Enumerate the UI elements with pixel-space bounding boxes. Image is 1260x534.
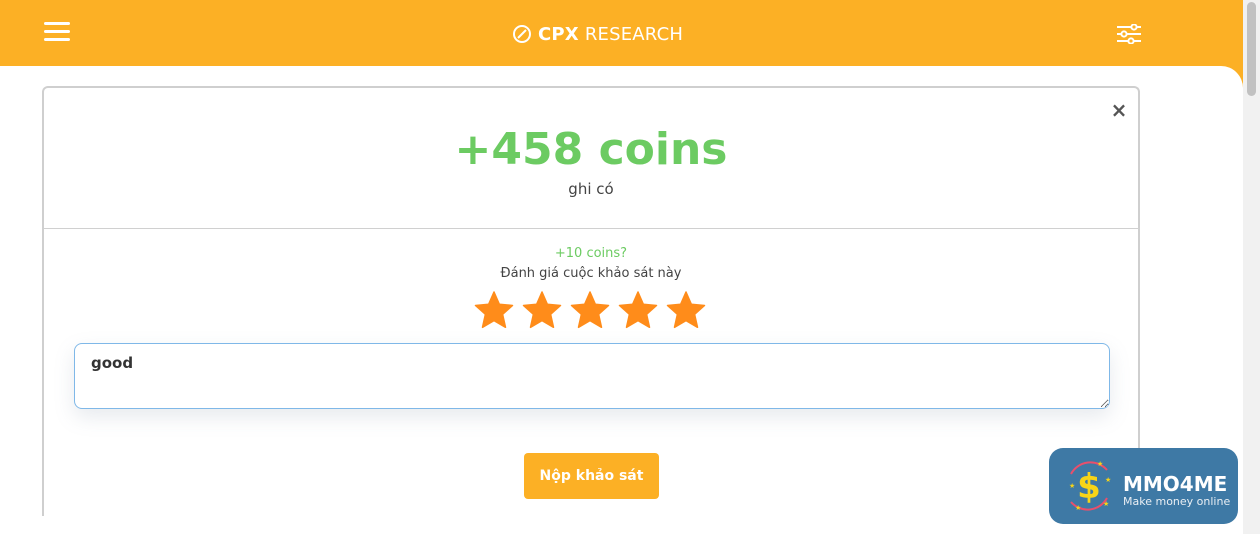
star-icon-2[interactable] (522, 290, 562, 330)
svg-text:★: ★ (1103, 500, 1109, 508)
logo-text: CPX RESEARCH (538, 23, 684, 45)
star-icon-5[interactable] (666, 290, 706, 330)
svg-text:★: ★ (1097, 460, 1103, 468)
submit-survey-button[interactable]: Nộp khảo sát (524, 453, 659, 499)
star-icon-4[interactable] (618, 290, 658, 330)
svg-text:★: ★ (1075, 504, 1081, 512)
bonus-coins-label: +10 coins? (554, 246, 628, 261)
svg-text:$: $ (1077, 467, 1101, 507)
star-icon-3[interactable] (570, 290, 610, 330)
sliders-icon[interactable] (1116, 23, 1142, 45)
star-rating (474, 290, 714, 330)
svg-text:★: ★ (1069, 482, 1075, 490)
feedback-textarea[interactable]: good (74, 343, 1110, 409)
hamburger-menu-icon[interactable] (44, 22, 70, 42)
mmo4me-watermark: $ ★ ★ ★ ★ ★ MMO4ME Make money online (1049, 448, 1238, 524)
top-header: CPX RESEARCH (0, 0, 1243, 66)
cpx-research-logo[interactable]: CPX RESEARCH (512, 22, 683, 46)
watermark-subtitle: Make money online (1123, 495, 1231, 508)
rate-survey-prompt: Đánh giá cuộc khảo sát này (500, 266, 682, 281)
close-icon[interactable]: × (1110, 100, 1128, 120)
credited-label: ghi có (568, 180, 614, 198)
scrollbar[interactable] (1243, 0, 1260, 534)
svg-text:★: ★ (1105, 476, 1111, 484)
star-icon-1[interactable] (474, 290, 514, 330)
watermark-title: MMO4ME (1123, 472, 1228, 496)
cpx-logo-icon (513, 25, 531, 43)
coins-earned: +458 coins (454, 124, 728, 175)
divider (44, 228, 1140, 229)
scrollbar-thumb[interactable] (1247, 2, 1256, 96)
dollar-logo-icon: $ ★ ★ ★ ★ ★ (1069, 460, 1111, 512)
